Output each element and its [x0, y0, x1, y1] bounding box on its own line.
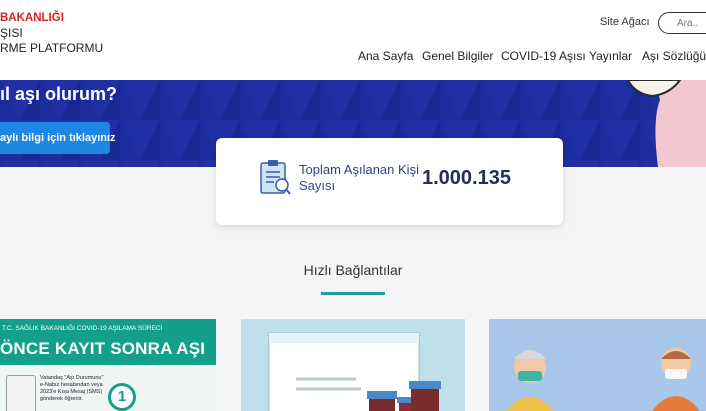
- nav-item-covid-vaccine[interactable]: COVID-19 Aşısı: [501, 49, 586, 63]
- quick-link-card-documents[interactable]: [241, 319, 465, 411]
- quick-link-card-register[interactable]: T.C. SAĞLIK BAKANLIĞI COVID-19 AŞILAMA S…: [0, 319, 216, 411]
- elderly-people-illustration: [506, 348, 700, 411]
- header: BAKANLIĞI ŞISI RME PLATFORMU Site Ağacı …: [0, 0, 706, 80]
- quick-link-card-elderly[interactable]: [489, 319, 706, 411]
- hero-title: ıl aşı olurum?: [0, 84, 118, 104]
- logo-line-1: BAKANLIĞI: [0, 12, 64, 24]
- site-map-link[interactable]: Site Ağacı: [600, 16, 650, 28]
- nav-item-glossary[interactable]: Aşı Sözlüğü: [642, 49, 706, 63]
- logo-line-2: ŞISI: [0, 26, 23, 40]
- clipboard-icon: [260, 160, 291, 195]
- stat-label: Toplam Aşılanan Kişi Sayısı: [299, 162, 419, 193]
- nav-item-publications[interactable]: Yayınlar: [589, 49, 632, 63]
- search-box[interactable]: [658, 12, 706, 34]
- nav-item-home[interactable]: Ana Sayfa: [358, 49, 413, 63]
- hero-illustration: [626, 80, 706, 167]
- main-nav: Ana Sayfa Genel Bilgiler COVID-19 Aşısı …: [0, 49, 706, 65]
- quick-links-underline: [321, 292, 385, 295]
- card-header: T.C. SAĞLIK BAKANLIĞI COVID-19 AŞILAMA S…: [0, 319, 216, 365]
- card-subtitle: T.C. SAĞLIK BAKANLIĞI COVID-19 AŞILAMA S…: [2, 325, 163, 332]
- stat-value: 1.000.135: [422, 167, 511, 189]
- nav-item-general-info[interactable]: Genel Bilgiler: [422, 49, 493, 63]
- vaccination-stat-card: Toplam Aşılanan Kişi Sayısı 1.000.135: [216, 138, 563, 225]
- card-text: Vatandaş "Aşı Durumunu" e-Nabız hesabınd…: [40, 375, 104, 402]
- quick-links-title: Hızlı Bağlantılar: [303, 262, 403, 278]
- card-title: ÖNCE KAYIT SONRA AŞI: [0, 339, 206, 358]
- hero-info-button[interactable]: aylı bilgi için tıklayınız: [0, 122, 116, 154]
- search-input[interactable]: [675, 17, 706, 30]
- document-vials-illustration: [268, 332, 441, 411]
- phone-icon: [6, 375, 36, 411]
- step-number-badge: 1: [108, 383, 136, 411]
